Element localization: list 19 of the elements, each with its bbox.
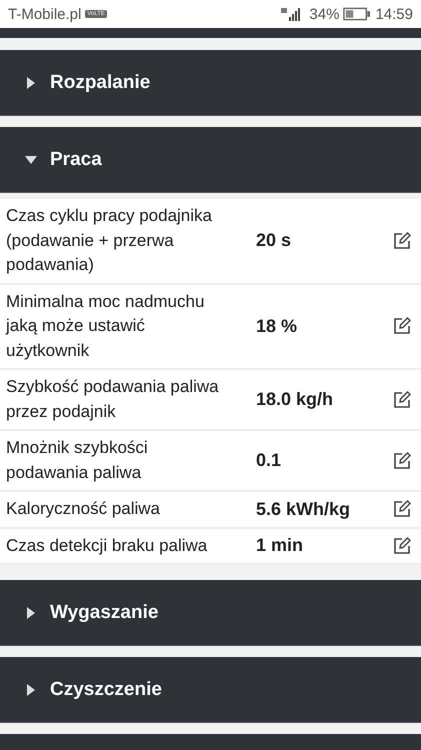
- setting-value: 5.6 kWh/kg: [255, 498, 352, 520]
- setting-value: 1 min: [255, 535, 304, 556]
- battery-percent: 34%: [309, 6, 340, 22]
- setting-label: Czas detekcji braku paliwa: [5, 534, 208, 556]
- setting-label: Minimalna moc nadmuchu jaką może ustawić użytkownik: [4, 290, 206, 362]
- setting-label: Szybkość podawania paliwa przez podajnik: [5, 376, 220, 422]
- setting-label: Mnożnik szybkości podawania paliwa: [5, 437, 149, 484]
- setting-value: 18.0 kg/h: [255, 389, 334, 410]
- setting-label: Czas cyklu pracy podajnika (podawanie + przerwa podawania): [5, 205, 213, 276]
- clock: 14:59: [375, 6, 413, 22]
- section-header[interactable]: Czyszczenie: [0, 657, 421, 723]
- setting-label: Kaloryczność paliwa: [5, 498, 162, 520]
- setting-value: 18 %: [255, 316, 298, 337]
- section-header[interactable]: Wygaszanie: [0, 580, 421, 646]
- setting-value: 0.1: [255, 450, 282, 471]
- section-header[interactable]: Praca: [0, 127, 421, 193]
- section-header[interactable]: Rozpalanie: [0, 50, 421, 116]
- carrier-name: T-Mobile.pl: [8, 6, 82, 22]
- setting-value: 20 s: [255, 230, 292, 252]
